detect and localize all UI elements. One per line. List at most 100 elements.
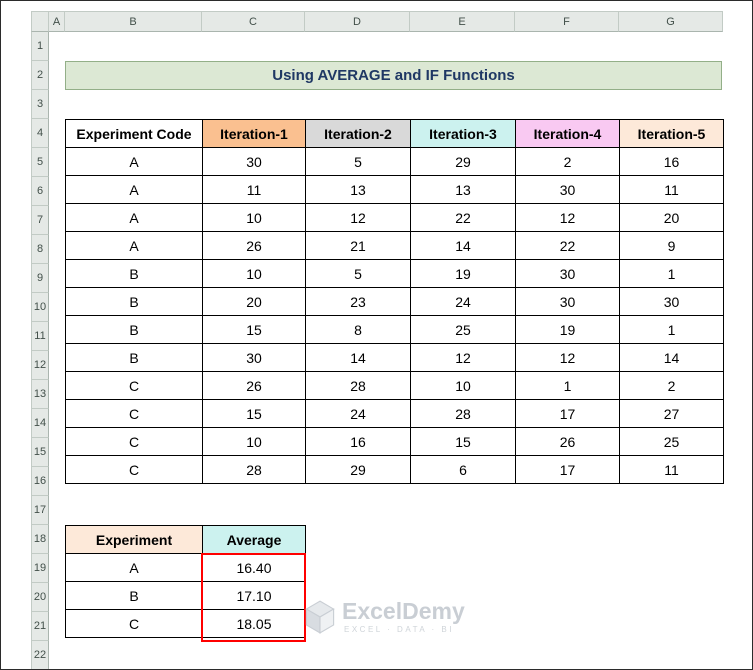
column-header-C[interactable]: C bbox=[202, 11, 305, 32]
cell[interactable]: 11 bbox=[619, 455, 724, 484]
row-header-17[interactable]: 17 bbox=[31, 496, 49, 525]
cell[interactable]: 14 bbox=[305, 343, 411, 372]
cell[interactable]: 28 bbox=[305, 371, 411, 400]
row-header-18[interactable]: 18 bbox=[31, 525, 49, 554]
cell[interactable]: 1 bbox=[619, 259, 724, 288]
row-header-7[interactable]: 7 bbox=[31, 206, 49, 235]
cell[interactable]: 12 bbox=[515, 343, 620, 372]
cell[interactable]: 2 bbox=[515, 147, 620, 176]
cell[interactable]: B bbox=[65, 287, 203, 316]
cell[interactable]: 26 bbox=[202, 371, 306, 400]
column-header-cell[interactable]: Iteration-1 bbox=[202, 119, 306, 148]
column-header-cell[interactable]: Average bbox=[202, 525, 306, 554]
row-header-10[interactable]: 10 bbox=[31, 293, 49, 322]
cell[interactable]: 21 bbox=[305, 231, 411, 260]
cell[interactable]: 11 bbox=[202, 175, 306, 204]
cell[interactable]: 9 bbox=[619, 231, 724, 260]
cell[interactable]: 10 bbox=[410, 371, 516, 400]
cell[interactable]: A bbox=[65, 553, 203, 582]
cell[interactable]: A bbox=[65, 175, 203, 204]
row-header-22[interactable]: 22 bbox=[31, 641, 49, 669]
cell[interactable]: C bbox=[65, 427, 203, 456]
cell[interactable]: 29 bbox=[410, 147, 516, 176]
cell[interactable]: 25 bbox=[619, 427, 724, 456]
cell[interactable]: 14 bbox=[410, 231, 516, 260]
row-header-4[interactable]: 4 bbox=[31, 119, 49, 148]
cell[interactable]: C bbox=[65, 455, 203, 484]
cell[interactable]: 30 bbox=[515, 175, 620, 204]
row-header-5[interactable]: 5 bbox=[31, 148, 49, 177]
cell[interactable]: 30 bbox=[202, 343, 306, 372]
cell[interactable]: 11 bbox=[619, 175, 724, 204]
cell[interactable]: 10 bbox=[202, 427, 306, 456]
cell[interactable]: 17 bbox=[515, 399, 620, 428]
cell[interactable]: 22 bbox=[410, 203, 516, 232]
cell[interactable]: 25 bbox=[410, 315, 516, 344]
cell-average[interactable]: 18.05 bbox=[202, 609, 306, 638]
row-header-13[interactable]: 13 bbox=[31, 380, 49, 409]
row-header-8[interactable]: 8 bbox=[31, 235, 49, 264]
cell[interactable]: B bbox=[65, 315, 203, 344]
cell[interactable]: 28 bbox=[202, 455, 306, 484]
cell[interactable]: 5 bbox=[305, 147, 411, 176]
cell[interactable]: 30 bbox=[202, 147, 306, 176]
cell[interactable]: 30 bbox=[515, 287, 620, 316]
cell[interactable]: 19 bbox=[515, 315, 620, 344]
cell[interactable]: 24 bbox=[410, 287, 516, 316]
row-header-21[interactable]: 21 bbox=[31, 612, 49, 641]
cell[interactable]: 20 bbox=[619, 203, 724, 232]
row-header-3[interactable]: 3 bbox=[31, 90, 49, 119]
cell[interactable]: 10 bbox=[202, 203, 306, 232]
cell[interactable]: 12 bbox=[305, 203, 411, 232]
cell-average[interactable]: 16.40 bbox=[202, 553, 306, 582]
cell[interactable]: B bbox=[65, 343, 203, 372]
cell[interactable]: A bbox=[65, 147, 203, 176]
cell[interactable]: 16 bbox=[305, 427, 411, 456]
cell[interactable]: 20 bbox=[202, 287, 306, 316]
column-header-B[interactable]: B bbox=[65, 11, 202, 32]
column-header-cell[interactable]: Iteration-4 bbox=[515, 119, 620, 148]
cell[interactable]: B bbox=[65, 259, 203, 288]
row-header-15[interactable]: 15 bbox=[31, 438, 49, 467]
cell-average[interactable]: 17.10 bbox=[202, 581, 306, 610]
row-header-6[interactable]: 6 bbox=[31, 177, 49, 206]
cell[interactable]: 27 bbox=[619, 399, 724, 428]
cell[interactable]: 12 bbox=[515, 203, 620, 232]
cell[interactable]: 22 bbox=[515, 231, 620, 260]
cell[interactable]: 30 bbox=[515, 259, 620, 288]
cell[interactable]: A bbox=[65, 203, 203, 232]
cell[interactable]: C bbox=[65, 399, 203, 428]
cell[interactable]: 17 bbox=[515, 455, 620, 484]
cell[interactable]: 6 bbox=[410, 455, 516, 484]
column-header-E[interactable]: E bbox=[410, 11, 515, 32]
cell[interactable]: 15 bbox=[410, 427, 516, 456]
row-header-2[interactable]: 2 bbox=[31, 61, 49, 90]
row-header-11[interactable]: 11 bbox=[31, 322, 49, 351]
cell[interactable]: 16 bbox=[619, 147, 724, 176]
cell[interactable]: 28 bbox=[410, 399, 516, 428]
column-header-D[interactable]: D bbox=[305, 11, 410, 32]
cell[interactable]: 15 bbox=[202, 399, 306, 428]
row-header-20[interactable]: 20 bbox=[31, 583, 49, 612]
cell[interactable]: 14 bbox=[619, 343, 724, 372]
cell[interactable]: 13 bbox=[305, 175, 411, 204]
cell[interactable]: 29 bbox=[305, 455, 411, 484]
cell[interactable]: 1 bbox=[619, 315, 724, 344]
select-all-corner[interactable] bbox=[31, 11, 49, 32]
column-header-cell[interactable]: Iteration-5 bbox=[619, 119, 724, 148]
cell[interactable]: 19 bbox=[410, 259, 516, 288]
cell[interactable]: C bbox=[65, 609, 203, 638]
row-header-1[interactable]: 1 bbox=[31, 32, 49, 61]
cell[interactable]: 8 bbox=[305, 315, 411, 344]
cell[interactable]: B bbox=[65, 581, 203, 610]
cell[interactable]: 26 bbox=[515, 427, 620, 456]
cell[interactable]: 10 bbox=[202, 259, 306, 288]
column-header-cell[interactable]: Iteration-3 bbox=[410, 119, 516, 148]
row-header-9[interactable]: 9 bbox=[31, 264, 49, 293]
row-header-14[interactable]: 14 bbox=[31, 409, 49, 438]
cell[interactable]: 24 bbox=[305, 399, 411, 428]
cell[interactable]: 12 bbox=[410, 343, 516, 372]
row-header-19[interactable]: 19 bbox=[31, 554, 49, 583]
row-header-16[interactable]: 16 bbox=[31, 467, 49, 496]
row-header-12[interactable]: 12 bbox=[31, 351, 49, 380]
